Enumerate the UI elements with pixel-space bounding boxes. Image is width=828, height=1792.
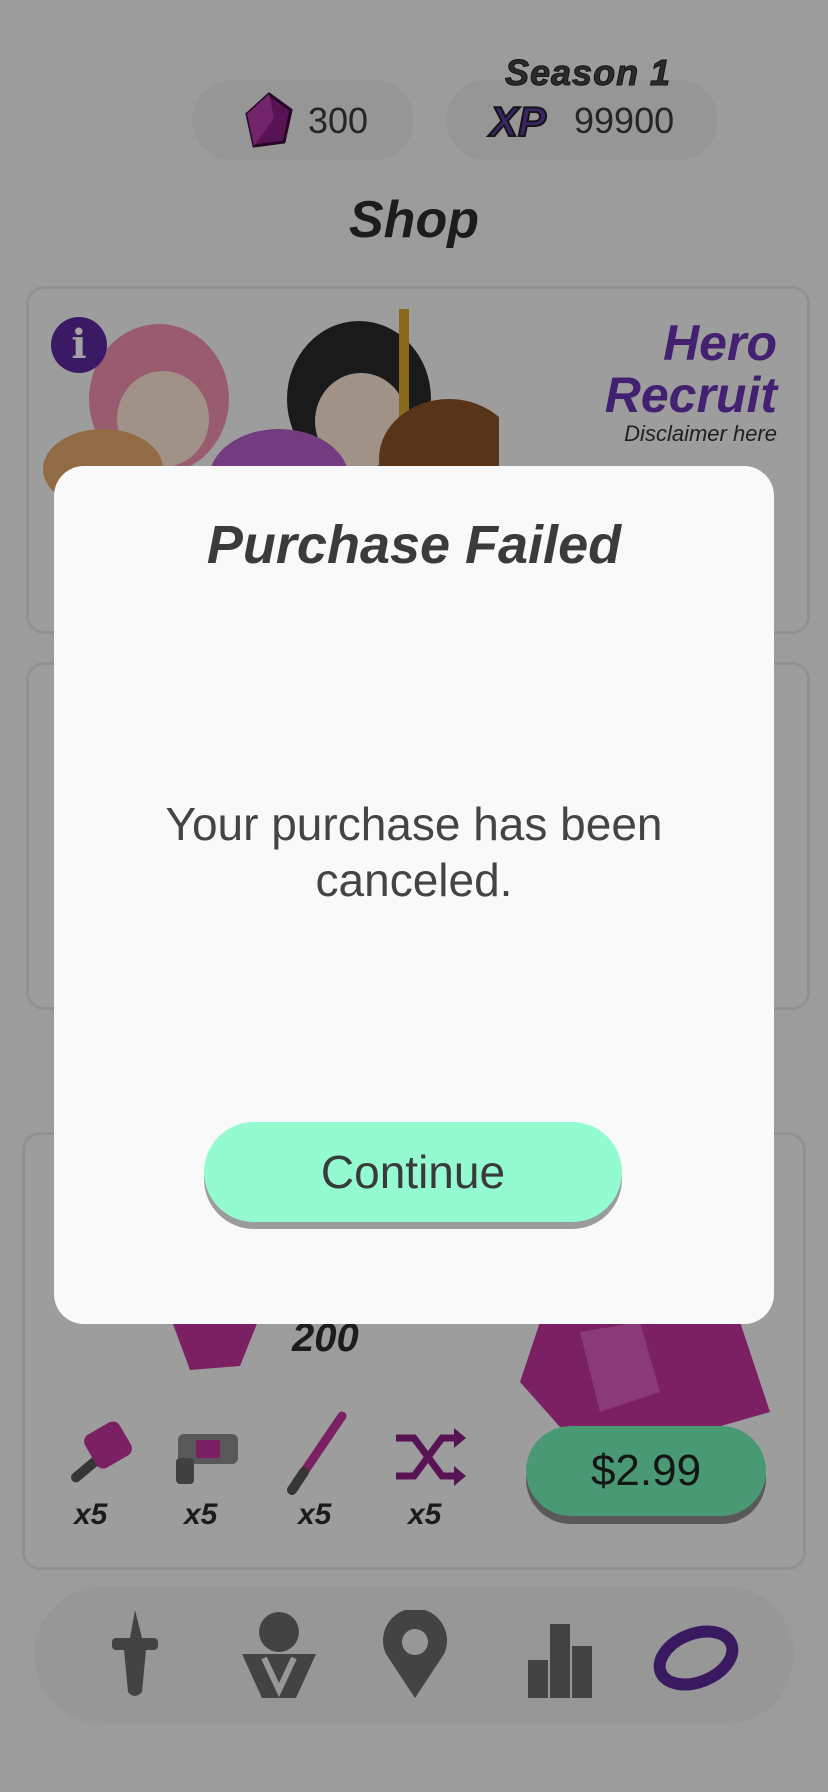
dialog-title: Purchase Failed (206, 515, 622, 575)
purchase-failed-dialog: Purchase Failed Your purchase has been c… (54, 466, 774, 1324)
shop-page: 300 99900 Season 1 XP Shop i Hero Recrui… (0, 0, 828, 1792)
dialog-message: Your purchase has been canceled. (165, 798, 663, 906)
continue-button[interactable]: Continue (204, 1122, 622, 1222)
